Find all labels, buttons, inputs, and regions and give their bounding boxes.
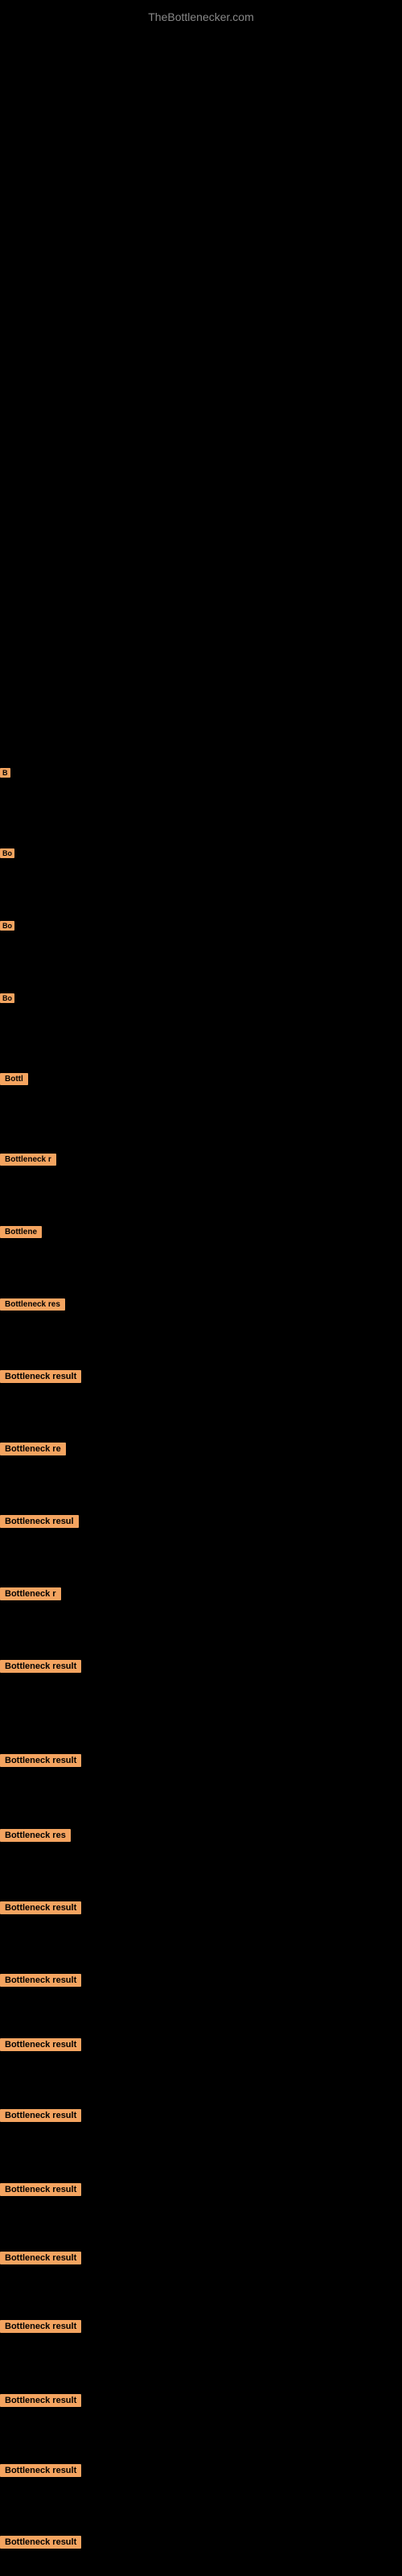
bottleneck-result-label: Bottleneck result — [0, 2183, 81, 2196]
bottleneck-result-label: Bottl — [0, 1073, 28, 1085]
bottleneck-result-label: Bottleneck result — [0, 2394, 81, 2407]
bottleneck-result-label: Bottleneck result — [0, 2252, 81, 2264]
bottleneck-result-row: Bottleneck result — [0, 2107, 81, 2122]
bottleneck-result-label: Bottleneck result — [0, 1660, 81, 1673]
bottleneck-result-row: Bo — [0, 845, 14, 860]
bottleneck-result-row: Bottleneck result — [0, 1972, 81, 1987]
bottleneck-result-label: B — [0, 768, 10, 778]
bottleneck-result-label: Bottleneck result — [0, 1370, 81, 1383]
bottleneck-result-label: Bottleneck result — [0, 2320, 81, 2333]
bottleneck-result-row: Bottleneck res — [0, 1827, 71, 1842]
bottleneck-result-label: Bottleneck res — [0, 1829, 71, 1842]
bottleneck-result-label: Bottleneck result — [0, 2109, 81, 2122]
bottleneck-result-label: Bottleneck result — [0, 1974, 81, 1987]
bottleneck-result-label: Bottleneck result — [0, 1754, 81, 1767]
bottleneck-result-label: Bo — [0, 921, 14, 931]
bottleneck-result-row: Bottleneck res — [0, 1296, 65, 1311]
bottleneck-result-row: Bottleneck result — [0, 2037, 81, 2051]
bottleneck-result-label: Bottleneck result — [0, 2038, 81, 2051]
bottleneck-result-label: Bottleneck resul — [0, 1515, 79, 1528]
bottleneck-result-row: Bo — [0, 990, 14, 1005]
bottleneck-result-label: Bottlene — [0, 1226, 42, 1238]
bottleneck-result-row: Bottleneck r — [0, 1151, 56, 1166]
bottleneck-result-label: Bottleneck r — [0, 1587, 61, 1600]
bottleneck-result-label: Bottleneck r — [0, 1154, 56, 1166]
bottleneck-result-label: Bottleneck re — [0, 1443, 66, 1455]
bottleneck-result-row: Bottleneck re — [0, 1441, 66, 1455]
bottleneck-result-row: Bottlene — [0, 1224, 42, 1238]
bottleneck-result-row: Bottleneck result — [0, 1658, 81, 1673]
bottleneck-result-row: B — [0, 765, 10, 779]
bottleneck-result-row: Bottleneck result — [0, 1900, 81, 1914]
bottleneck-result-label: Bo — [0, 993, 14, 1003]
bottleneck-result-row: Bottleneck result — [0, 2318, 81, 2333]
bottleneck-result-row: Bottleneck resul — [0, 1513, 79, 1528]
bottleneck-result-label: Bottleneck res — [0, 1298, 65, 1311]
bottleneck-result-row: Bottleneck result — [0, 2250, 81, 2264]
bottleneck-result-row: Bo — [0, 918, 14, 932]
bottleneck-result-label: Bottleneck result — [0, 2536, 81, 2549]
bottleneck-result-label: Bottleneck result — [0, 1901, 81, 1914]
bottleneck-result-row: Bottleneck result — [0, 2392, 81, 2407]
bottleneck-result-row: Bottleneck result — [0, 1368, 81, 1383]
bottleneck-result-row: Bottleneck result — [0, 2182, 81, 2196]
bottleneck-result-label: Bottleneck result — [0, 2464, 81, 2477]
bottleneck-result-row: Bottl — [0, 1071, 28, 1085]
bottleneck-result-row: Bottleneck result — [0, 1752, 81, 1767]
bottleneck-result-row: Bottleneck result — [0, 2534, 81, 2549]
bottleneck-result-row: Bottleneck r — [0, 1586, 61, 1600]
bottleneck-result-label: Bo — [0, 848, 14, 858]
bottleneck-result-row: Bottleneck result — [0, 2462, 81, 2477]
site-title: TheBottlenecker.com — [0, 4, 402, 30]
